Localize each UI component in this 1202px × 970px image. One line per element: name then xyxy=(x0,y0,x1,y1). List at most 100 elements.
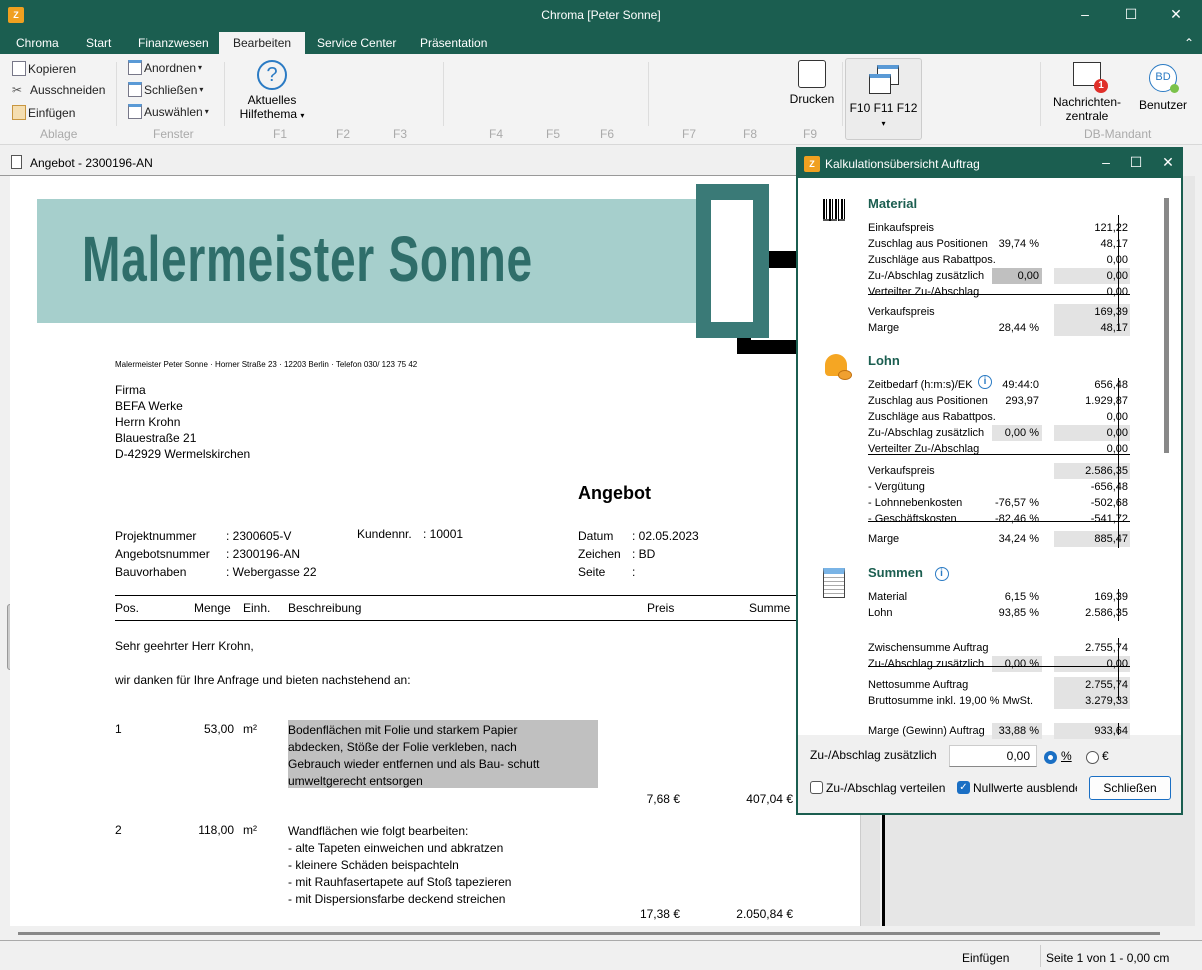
benutzer-button[interactable]: BD Benutzer xyxy=(1133,64,1193,112)
copy-icon xyxy=(12,61,26,76)
kopieren-button[interactable]: Kopieren xyxy=(12,61,76,76)
row-label: - Geschäftskosten xyxy=(868,513,957,525)
column-divider xyxy=(1118,378,1119,548)
tab-start[interactable]: Start xyxy=(86,36,111,50)
benutzer-label: Benutzer xyxy=(1138,98,1188,112)
tab-praesentation[interactable]: Präsentation xyxy=(420,36,487,50)
radio-percent[interactable] xyxy=(1044,751,1057,764)
project-meta-values: : 2300605-V: 2300196-AN: Webergasse 22 xyxy=(226,529,317,579)
divider xyxy=(224,62,225,126)
column-divider xyxy=(1118,215,1119,330)
column-divider xyxy=(1118,638,1119,700)
close-window-button[interactable]: ✕ xyxy=(1166,6,1186,23)
dialog-maximize-button[interactable]: ☐ xyxy=(1126,154,1146,171)
tab-finanzwesen[interactable]: Finanzwesen xyxy=(138,36,209,50)
einfuegen-button[interactable]: Einfügen xyxy=(12,105,75,120)
row-label: Zuschläge aus Rabattpos. xyxy=(868,254,996,266)
kalk-row: Marge 34,24 % 885,47 xyxy=(868,531,1130,547)
divider xyxy=(1040,62,1041,126)
row-label: Zuschlag aus Positionen xyxy=(868,395,988,407)
printer-icon xyxy=(798,60,826,88)
document-header: Angebot - 2300196-AN xyxy=(0,148,860,176)
kalk-row: Bruttosumme inkl. 19,00 % MwSt. 3.279,33 xyxy=(868,693,1130,709)
column-menge: Menge xyxy=(194,601,231,615)
row-label: Marge xyxy=(868,322,900,334)
row-label: - Vergütung xyxy=(868,481,925,493)
section-material: Material xyxy=(868,196,918,211)
kalk-row: - Geschäftskosten -82,46 % -541,72 xyxy=(868,511,1130,527)
fkey-label: F5 xyxy=(546,127,561,141)
dialog-title-bar: Z Kalkulationsübersicht Auftrag – ☐ ✕ xyxy=(798,149,1181,178)
row-percent: 293,97 xyxy=(1005,395,1039,407)
auswaehlen-button[interactable]: Auswählen ▾ xyxy=(128,104,209,119)
item-preis: 17,38 € xyxy=(639,907,680,921)
column-einheit: Einh. xyxy=(243,601,271,615)
kalk-row: Einkaufspreis 121,22 xyxy=(868,220,1130,236)
nullwerte-checkbox[interactable]: ✓ xyxy=(957,781,970,794)
nachrichtenzentrale-button[interactable]: 1 Nachrichten- zentrale xyxy=(1048,62,1126,123)
item-summe: 2.050,84 € xyxy=(736,907,793,921)
fkey-label: F8 xyxy=(743,127,758,141)
ausschneiden-button[interactable]: ✂ Ausschneiden xyxy=(12,83,105,97)
recipient-address: Firma BEFA Werke Herrn Krohn Blauestraße 21… xyxy=(115,383,251,461)
intro-text: wir danken für Ihre Anfrage und bieten n… xyxy=(115,673,411,687)
row-label: Zu-/Abschlag zusätzlich xyxy=(868,270,985,282)
horizontal-scrollbar[interactable] xyxy=(18,932,1160,935)
kalk-row: Zu-/Abschlag zusätzlich0,00 %0,00 xyxy=(868,425,1130,441)
user-avatar: BD xyxy=(1149,64,1179,93)
dialog-minimize-button[interactable]: – xyxy=(1096,154,1116,170)
row-percent: 33,88 % xyxy=(992,723,1042,739)
item-description[interactable]: Wandflächen wie folgt bearbeiten: - alte … xyxy=(288,823,511,908)
anordnen-button[interactable]: Anordnen ▾ xyxy=(128,60,202,75)
schliessen-button[interactable]: Schließen xyxy=(1089,776,1171,800)
item-menge: 118,00 xyxy=(198,823,234,837)
kalk-row: Zu-/Abschlag zusätzlich0,00 %0,00 xyxy=(868,656,1130,672)
item-description[interactable]: Bodenflächen mit Folie und starkem Papie… xyxy=(288,720,598,788)
column-pos: Pos. xyxy=(115,601,140,615)
radio-euro[interactable] xyxy=(1086,751,1099,764)
auswaehlen-label: Auswählen xyxy=(144,104,203,119)
greeting: Sehr geehrter Herr Krohn, xyxy=(115,639,254,653)
document-heading: Angebot xyxy=(578,483,651,503)
tab-bearbeiten[interactable]: Bearbeiten xyxy=(219,32,306,56)
kalk-row: Verteilter Zu-/Abschlag0,00 xyxy=(868,284,1130,300)
section-lohn: Lohn xyxy=(868,353,900,368)
kundennr-value: : 10001 xyxy=(423,527,464,541)
row-percent: 39,74 % xyxy=(998,238,1039,250)
company-logo-text: Malermeister Sonne xyxy=(82,223,533,295)
f10-f11-f12-button[interactable]: F10 F11 F12 ▾ xyxy=(845,58,922,140)
dialog-title: Kalkulationsübersicht Auftrag xyxy=(825,157,980,171)
schliessen-menu-button[interactable]: Schließen ▾ xyxy=(128,82,203,97)
row-label: Verkaufspreis xyxy=(868,465,935,477)
info-icon[interactable]: i xyxy=(934,566,949,581)
column-divider xyxy=(1118,723,1119,735)
window-close-icon xyxy=(128,82,142,97)
zuschlag-input[interactable]: 0,00 xyxy=(949,745,1037,767)
nullwerte-label: Nullwerte ausblende xyxy=(973,781,1077,795)
dialog-scrollbar-thumb[interactable] xyxy=(1164,198,1169,453)
maximize-button[interactable]: ☐ xyxy=(1121,6,1141,23)
group-label-mandant: DB-Mandant xyxy=(1084,127,1152,141)
divider xyxy=(115,620,815,621)
drucken-button[interactable]: Drucken xyxy=(786,60,838,106)
verteilen-checkbox[interactable] xyxy=(810,781,823,794)
row-label: Zwischensumme Auftrag xyxy=(868,642,989,654)
divider xyxy=(648,62,649,126)
tab-chroma[interactable]: Chroma xyxy=(16,36,59,50)
minimize-button[interactable]: – xyxy=(1075,6,1095,22)
message-icon: 1 xyxy=(1073,62,1108,93)
row-percent: 0,00 % xyxy=(992,656,1042,672)
ribbon: Kopieren ✂ Ausschneiden Einfügen Ablage A… xyxy=(0,54,1202,145)
kalkulation-content: Material Lohn i Summen i Einkaufspreis 12… xyxy=(798,178,1181,739)
row-percent: 28,44 % xyxy=(998,322,1039,334)
tab-service-center[interactable]: Service Center xyxy=(317,36,396,50)
hilfethema-button[interactable]: ? Aktuelles Hilfethema ▾ xyxy=(236,60,308,121)
kundennr-label: Kundennr. xyxy=(357,527,412,541)
collapse-ribbon-icon[interactable]: ⌃ xyxy=(1184,36,1194,50)
dialog-close-button[interactable]: ✕ xyxy=(1158,154,1178,171)
row-percent: 49:44:0 xyxy=(1002,379,1039,391)
row-label: Einkaufspreis xyxy=(868,222,935,234)
ausschneiden-label: Ausschneiden xyxy=(30,83,106,97)
item-pos: 2 xyxy=(115,823,122,837)
status-page: Seite 1 von 1 - 0,00 cm xyxy=(1046,951,1170,965)
